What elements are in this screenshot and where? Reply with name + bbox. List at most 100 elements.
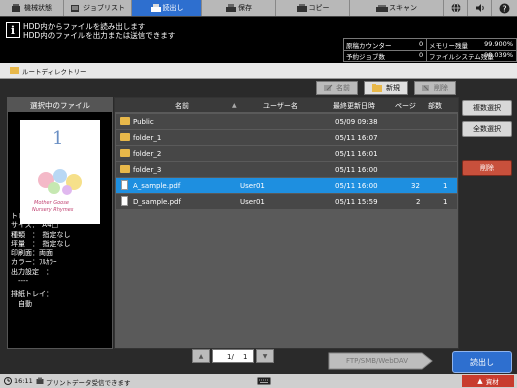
ftp-label: FTP/SMB/WebDAV [346, 357, 409, 365]
tab-save[interactable]: 保存 [202, 0, 276, 16]
status-table: 原稿カウンター 0 メモリー残量 99.900% 予約ジョブ数 0 ファイルシス… [343, 38, 517, 62]
file-info: トレイ：自動 サイズ： A4□ 種類 ： 指定なし 坪量 ： 指定なし 印刷面：… [11, 212, 111, 309]
header-name[interactable]: 名前 [175, 101, 189, 111]
speaker-icon [475, 4, 484, 12]
tab-copy[interactable]: コピー [276, 0, 350, 16]
page-current: 1/ [227, 353, 234, 361]
new-folder-button[interactable]: 新規 [364, 81, 408, 95]
tab-scan[interactable]: スキャン [350, 0, 444, 16]
delete-file-button[interactable]: 削除 [462, 160, 512, 176]
row-date: 05/09 09:38 [335, 118, 378, 126]
keyboard-icon[interactable] [257, 377, 271, 385]
header-pages[interactable]: ページ [395, 101, 416, 111]
tab-read[interactable]: 読出し [132, 0, 202, 16]
info-exit-tray-value: 自動 [11, 299, 32, 308]
table-row[interactable]: folder_2 05/11 16:01 [116, 146, 457, 162]
row-name: D_sample.pdf [133, 198, 181, 206]
row-pages: 32 [411, 182, 420, 190]
read-button[interactable]: 読出し [452, 351, 512, 373]
table-row-selected[interactable]: A_sample.pdf User01 05/11 16:00 32 1 [116, 178, 457, 194]
table-row[interactable]: D_sample.pdf User01 05/11 15:59 2 1 [116, 194, 457, 210]
tab-job-list[interactable]: ジョブリスト [64, 0, 132, 16]
info-print-side: 印刷面：両面 [11, 249, 53, 258]
material-alert-button[interactable]: ▲ 資材 [462, 375, 514, 387]
info-weight: 坪量 ： 指定なし [11, 239, 71, 248]
reserved-jobs: 0 [419, 51, 424, 59]
original-count: 0 [419, 40, 424, 48]
selected-file-title: 選択中のファイル [8, 98, 112, 112]
header-user[interactable]: ユーザー名 [263, 101, 298, 111]
row-date: 05/11 15:59 [335, 198, 378, 206]
row-name: A_sample.pdf [133, 182, 181, 190]
file-list-header: 名前 ▲ ユーザー名 最終更新日時 ページ 部数 [115, 98, 458, 112]
status-row-2: 予約ジョブ数 0 ファイルシステム残量 98.039% [344, 50, 516, 61]
page-total: 1 [243, 353, 248, 361]
thumbnail-illustration [38, 169, 82, 195]
selected-file-panel: 選択中のファイル 1 Mother Goose Nursery Rhymes ト… [7, 97, 113, 349]
page-indicator: 1/ 1 [212, 349, 254, 363]
print-status-message: プリントデータ受信できます [46, 379, 131, 387]
row-copies: 1 [443, 198, 448, 206]
message-line-2: HDD内のファイルを出力または送信できます [23, 31, 176, 40]
row-date: 05/11 16:07 [335, 134, 378, 142]
header-copies[interactable]: 部数 [428, 101, 442, 111]
globe-icon [451, 3, 460, 13]
row-date: 05/11 16:00 [335, 166, 378, 174]
row-name: folder_3 [133, 166, 162, 174]
row-date: 05/11 16:00 [335, 182, 378, 190]
folder-icon [120, 165, 130, 173]
status-divider [426, 39, 427, 50]
info-output-label: 出力設定 ： [11, 267, 53, 276]
original-count-label: 原稿カウンター [346, 42, 392, 50]
file-list: 名前 ▲ ユーザー名 最終更新日時 ページ 部数 Public 05/09 09… [114, 97, 459, 349]
tab-bar: 機械状態 ジョブリスト 読出し 保存 コピー スキャン ? [0, 0, 517, 16]
read-box-icon [150, 3, 161, 13]
help-button[interactable]: ? [492, 0, 517, 16]
new-folder-icon [372, 84, 382, 92]
printer-status-icon [36, 377, 44, 384]
row-pages: 2 [416, 198, 421, 206]
info-output-value: ---- [11, 277, 29, 286]
row-name: folder_1 [133, 134, 162, 142]
reserved-jobs-label: 予約ジョブ数 [346, 53, 385, 61]
fs-value: 98.039% [484, 51, 513, 59]
tab-machine-status[interactable]: 機械状態 [0, 0, 64, 16]
multi-select-button[interactable]: 複数選択 [462, 100, 512, 116]
folder-icon [120, 149, 130, 157]
path-bar: ルートディレクトリー [0, 63, 517, 79]
page-down-button[interactable]: ▼ [256, 349, 274, 363]
info-tray: トレイ：自動 [11, 212, 53, 220]
row-name: Public [133, 118, 154, 126]
svg-text:?: ? [502, 4, 506, 13]
volume-button[interactable] [468, 0, 492, 16]
table-row[interactable]: Public 05/09 09:38 [116, 114, 457, 130]
joblist-icon [70, 4, 80, 13]
bottom-status-bar: 16:11 プリントデータ受信できます ▲ 資材 [0, 374, 517, 388]
info-size: サイズ： A4□ [11, 221, 59, 230]
clock-icon [4, 377, 12, 385]
triangle-up-icon: ▲ [198, 352, 204, 360]
info-type: 種類 ： 指定なし [11, 230, 71, 239]
thumb-number: 1 [52, 128, 64, 149]
thumb-text-1: Mother Goose [34, 200, 69, 206]
sort-arrow-icon: ▲ [232, 102, 237, 109]
file-thumbnail: 1 Mother Goose Nursery Rhymes [20, 120, 100, 224]
scan-icon [376, 4, 388, 13]
rename-button[interactable]: 名前 [316, 81, 358, 95]
save-box-icon [225, 3, 236, 13]
globe-button[interactable] [444, 0, 468, 16]
table-row[interactable]: folder_3 05/11 16:00 [116, 162, 457, 178]
file-icon [121, 196, 128, 206]
page-up-button[interactable]: ▲ [192, 349, 210, 363]
select-all-button[interactable]: 全数選択 [462, 121, 512, 137]
delete-folder-button[interactable]: 削除 [414, 81, 456, 95]
memory-label: メモリー残量 [429, 42, 468, 50]
clock-time: 16:11 [14, 377, 33, 385]
table-row[interactable]: folder_1 05/11 16:07 [116, 130, 457, 146]
row-user: User01 [240, 182, 265, 190]
help-icon: ? [499, 3, 510, 13]
header-date[interactable]: 最終更新日時 [333, 101, 375, 111]
status-divider [426, 50, 427, 61]
delete-icon [422, 85, 429, 91]
file-icon [121, 180, 128, 190]
